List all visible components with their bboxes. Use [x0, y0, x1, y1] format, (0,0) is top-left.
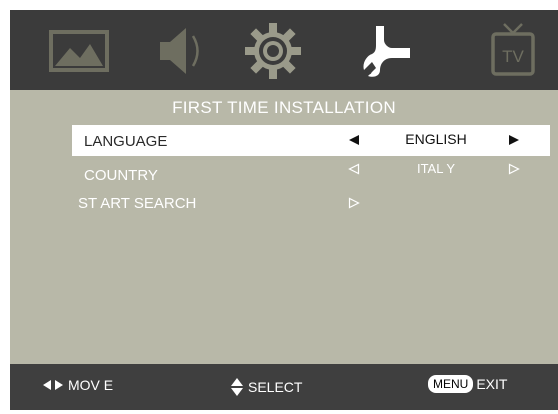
gear-icon[interactable] [242, 20, 304, 82]
up-down-arrows-icon [231, 378, 243, 396]
arrow-left-icon[interactable] [348, 163, 360, 175]
osd-menu: TV FIRST TIME INSTALLATION LANGUAGE ENGL… [10, 10, 558, 410]
country-label: COUNTRY [84, 167, 158, 184]
speaker-icon[interactable] [156, 20, 206, 82]
exit-hint: MENU EXIT [428, 375, 507, 393]
start-search-label: ST ART SEARCH [78, 195, 197, 212]
arrow-right-icon[interactable] [508, 134, 520, 146]
menu-row-start-search[interactable]: ST ART SEARCH [72, 188, 550, 219]
menu-row-country[interactable]: COUNTRY ITAL Y [72, 160, 550, 191]
arrow-right-icon[interactable] [348, 197, 360, 209]
tv-icon[interactable]: TV [488, 20, 538, 82]
picture-icon[interactable] [48, 20, 110, 82]
wrench-icon[interactable] [360, 20, 418, 82]
arrow-left-icon[interactable] [348, 134, 360, 146]
menu-key-badge: MENU [428, 375, 474, 393]
arrow-right-icon[interactable] [508, 163, 520, 175]
menu-row-language[interactable]: LANGUAGE ENGLISH [72, 125, 550, 156]
installation-panel: FIRST TIME INSTALLATION LANGUAGE ENGLISH… [10, 90, 558, 364]
panel-title: FIRST TIME INSTALLATION [172, 98, 396, 117]
language-value: ENGLISH [405, 131, 467, 147]
exit-label: EXIT [476, 376, 508, 392]
left-right-arrows-icon [43, 380, 63, 390]
move-label: MOV E [68, 377, 114, 393]
move-hint: MOV E [42, 377, 113, 393]
country-value: ITAL Y [416, 161, 456, 176]
menu-tab-bar: TV [10, 10, 558, 92]
tv-icon-label: TV [502, 47, 524, 66]
select-hint: SELECT [230, 377, 302, 397]
footer-hints: MOV E SELECT MENU EXIT [10, 364, 558, 410]
language-label: LANGUAGE [84, 133, 168, 150]
select-label: SELECT [248, 379, 303, 395]
